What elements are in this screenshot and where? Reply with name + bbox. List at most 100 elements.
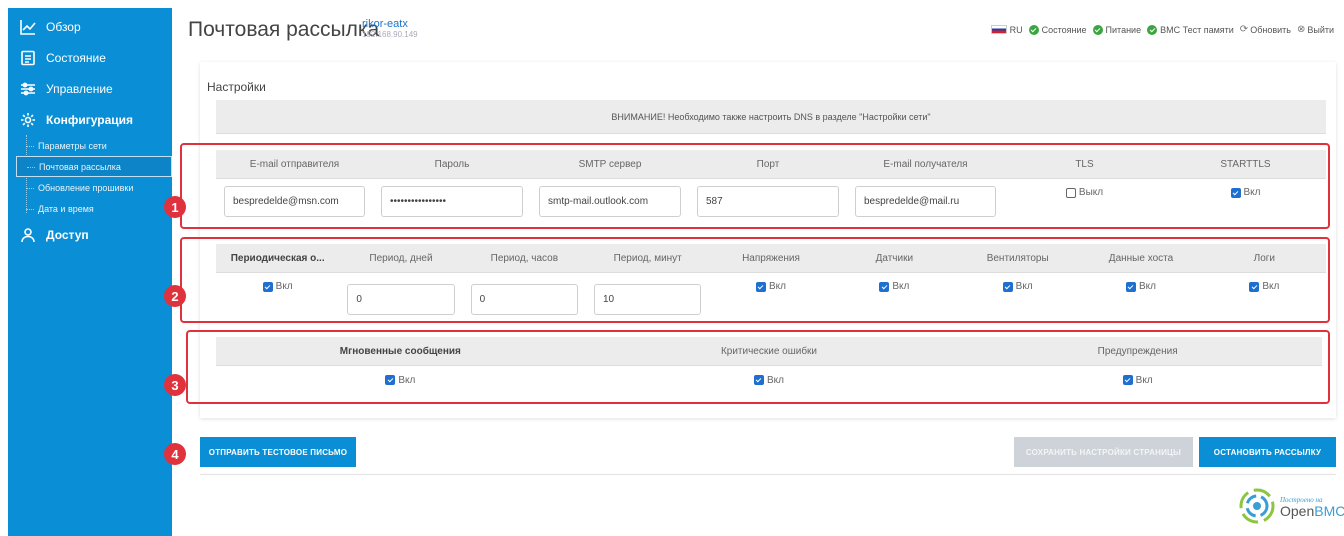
- save-page-settings-button[interactable]: СОХРАНИТЬ НАСТРОЙКИ СТРАНИЦЫ: [1014, 437, 1193, 467]
- smtp-server-input[interactable]: [539, 186, 681, 217]
- flag-ru-icon: [990, 25, 1007, 34]
- logs-cell: Вкл: [1203, 273, 1326, 318]
- minutes-cell: [586, 273, 709, 318]
- smtp-server-cell: [531, 179, 689, 224]
- column-header: Период, минут: [586, 244, 710, 273]
- app-root: Обзор Состояние Управление Конфигурация …: [0, 0, 1344, 536]
- logo-name: OpenBMC: [1280, 503, 1344, 519]
- voltages-checkbox[interactable]: Вкл: [755, 281, 786, 292]
- stop-mailing-button[interactable]: ОСТАНОВИТЬ РАССЫЛКУ: [1199, 437, 1336, 467]
- checkbox-checked-icon: [1002, 281, 1013, 292]
- marker-4: 4: [164, 443, 186, 465]
- sidebar-item-label: Доступ: [46, 227, 89, 242]
- column-header: TLS: [1004, 150, 1165, 179]
- column-header: Напряжения: [709, 244, 833, 273]
- column-header: Данные хоста: [1079, 244, 1203, 273]
- periodic-checkbox[interactable]: Вкл: [262, 281, 293, 292]
- tls-checkbox[interactable]: Выкл: [1065, 187, 1104, 198]
- recipient-email-cell: [847, 179, 1004, 224]
- column-header: Пароль: [373, 150, 531, 179]
- column-header: Порт: [689, 150, 847, 179]
- column-header: Датчики: [832, 244, 956, 273]
- sidebar-subitem-firmware[interactable]: Обновление прошивки: [16, 177, 172, 198]
- checkbox-checked-icon: [753, 375, 764, 385]
- logout-icon: ⊗: [1296, 24, 1306, 35]
- logout-button[interactable]: Выйти: [1307, 25, 1334, 35]
- sidebar: Обзор Состояние Управление Конфигурация …: [8, 8, 172, 536]
- sidebar-item-status[interactable]: Состояние: [8, 42, 172, 73]
- recipient-email-input[interactable]: [855, 186, 996, 217]
- sensors-checkbox[interactable]: Вкл: [879, 281, 909, 292]
- period-days-input[interactable]: [347, 284, 455, 315]
- marker-2: 2: [164, 285, 186, 307]
- periodic-cell: Вкл: [216, 273, 339, 318]
- column-header: Логи: [1202, 244, 1326, 273]
- fans-checkbox[interactable]: Вкл: [1002, 281, 1033, 292]
- status-state[interactable]: Состояние: [1042, 25, 1087, 35]
- sidebar-subitem-mailing[interactable]: Почтовая рассылка: [16, 156, 172, 177]
- instant-cell: Вкл: [216, 366, 585, 394]
- openbmc-logo: Построено на OpenBMC: [1238, 487, 1344, 525]
- sidebar-item-label: Обзор: [46, 19, 81, 34]
- send-test-email-button[interactable]: ОТПРАВИТЬ ТЕСТОВОЕ ПИСЬМО: [200, 437, 356, 467]
- column-header: Предупреждения: [953, 337, 1322, 366]
- page-title: Почтовая рассылка: [188, 18, 380, 41]
- checkbox-label: Вкл: [1138, 281, 1156, 292]
- sidebar-item-label: Управление: [46, 81, 113, 96]
- openbmc-logo-icon: [1239, 488, 1275, 524]
- logs-checkbox[interactable]: Вкл: [1249, 281, 1279, 292]
- sidebar-item-label: Состояние: [46, 50, 106, 65]
- voltages-cell: Вкл: [709, 273, 832, 318]
- checkbox-label: Вкл: [768, 281, 786, 292]
- password-input[interactable]: [381, 186, 523, 217]
- checkbox-label: Выкл: [1078, 187, 1104, 198]
- periodic-settings-table: Периодическая о... Период, дней Период, …: [216, 244, 1326, 318]
- period-minutes-input[interactable]: [594, 284, 702, 315]
- sender-email-input[interactable]: [224, 186, 365, 217]
- language-selector[interactable]: RU: [1010, 25, 1023, 35]
- dns-warning: ВНИМАНИЕ! Необходимо также настроить DNS…: [216, 100, 1326, 134]
- checkbox-checked-icon: [755, 281, 766, 292]
- refresh-button[interactable]: Обновить: [1250, 25, 1291, 35]
- host-info: rikor-eatx 192.168.90.149: [362, 19, 418, 40]
- hostname-link[interactable]: rikor-eatx: [362, 18, 408, 30]
- host-data-checkbox[interactable]: Вкл: [1125, 281, 1156, 292]
- sidebar-subitem-network[interactable]: Параметры сети: [16, 135, 172, 156]
- checkbox-label: Вкл: [1015, 281, 1033, 292]
- period-hours-input[interactable]: [470, 284, 578, 315]
- marker-1: 1: [164, 196, 186, 218]
- warnings-checkbox[interactable]: Вкл: [1122, 375, 1153, 386]
- critical-errors-checkbox[interactable]: Вкл: [753, 375, 784, 386]
- sidebar-item-configuration[interactable]: Конфигурация: [8, 104, 172, 135]
- tls-cell: Выкл: [1004, 179, 1165, 224]
- column-header: E-mail получателя: [847, 150, 1004, 179]
- password-cell: [373, 179, 531, 224]
- status-memtest[interactable]: BMC Тест памяти: [1160, 25, 1234, 35]
- starttls-cell: Вкл: [1165, 179, 1326, 224]
- port-input[interactable]: [697, 186, 839, 217]
- refresh-icon: ⟳: [1239, 24, 1249, 35]
- gear-icon: [20, 112, 36, 128]
- warnings-cell: Вкл: [953, 366, 1322, 394]
- sidebar-item-control[interactable]: Управление: [8, 73, 172, 104]
- logo-name-open: Open: [1280, 503, 1315, 519]
- starttls-checkbox[interactable]: Вкл: [1230, 187, 1261, 198]
- clipboard-icon: [20, 50, 36, 66]
- logo-name-bmc: BMC: [1314, 503, 1344, 519]
- status-bar: RU Состояние Питание BMC Тест памяти ⟳ О…: [990, 24, 1334, 35]
- checkbox-label: Вкл: [1243, 187, 1261, 198]
- column-header: Периодическая о...: [216, 244, 340, 273]
- sidebar-item-access[interactable]: Доступ: [8, 219, 172, 250]
- sidebar-item-overview[interactable]: Обзор: [8, 11, 172, 42]
- sidebar-submenu-configuration: Параметры сети Почтовая рассылка Обновле…: [16, 135, 172, 219]
- checkbox-checked-icon: [1249, 281, 1260, 292]
- checkbox-label: Вкл: [1262, 281, 1280, 292]
- checkbox-checked-icon: [1125, 281, 1136, 292]
- instant-messages-checkbox[interactable]: Вкл: [385, 375, 415, 386]
- sidebar-subitem-datetime[interactable]: Дата и время: [16, 198, 172, 219]
- checkbox-checked-icon: [1122, 375, 1133, 385]
- user-icon: [20, 227, 36, 243]
- check-circle-icon: [1147, 24, 1158, 35]
- column-header: Критические ошибки: [584, 337, 954, 366]
- status-power[interactable]: Питание: [1106, 25, 1142, 35]
